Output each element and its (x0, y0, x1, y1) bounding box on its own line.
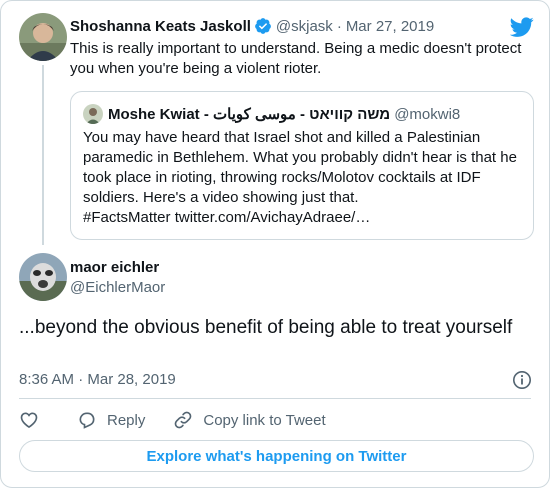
heart-icon (20, 412, 38, 429)
twitter-bird-icon[interactable] (509, 15, 534, 39)
reply-icon (79, 412, 95, 429)
avatar (83, 104, 103, 124)
reply-author-handle[interactable]: @EichlerMaor (70, 279, 165, 296)
tweet-text: This is really important to understand. … (70, 40, 522, 77)
quote-author-name: Moshe Kwiat - משה קוויאט - موسى كويات (108, 106, 391, 123)
quote-hashtag-link[interactable]: #FactsMatter twitter.com/AvichayAdraee/… (83, 209, 370, 226)
reply-text: ...beyond the obvious benefit of being a… (19, 317, 513, 338)
quote-text: You may have heard that Israel shot and … (83, 128, 523, 228)
parent-header: Shoshanna Keats Jaskoll @skjask · Mar 27, … (70, 17, 434, 35)
like-button[interactable] (19, 410, 49, 430)
reply-label: Reply (107, 411, 146, 429)
reply-button[interactable]: Reply (77, 410, 145, 430)
tweet-timestamp[interactable]: 8:36 AM · Mar 28, 2019 (19, 371, 176, 388)
tweet-date[interactable]: Mar 27, 2019 (346, 18, 434, 35)
copy-link-label: Copy link to Tweet (203, 411, 326, 429)
quote-author-handle: @mokwi8 (394, 105, 461, 123)
avatar[interactable] (19, 253, 67, 301)
avatar[interactable] (19, 13, 67, 61)
info-icon[interactable] (512, 370, 532, 390)
tweet-embed-card: Shoshanna Keats Jaskoll @skjask · Mar 27, … (0, 0, 550, 488)
thread-line (42, 65, 44, 245)
quote-header: Moshe Kwiat - משה קוויאט - موسى كويات @m… (83, 104, 460, 124)
author-name[interactable]: Shoshanna Keats Jaskoll (70, 18, 251, 35)
separator-dot: · (336, 17, 342, 35)
divider (19, 398, 531, 399)
explore-button[interactable]: Explore what's happening on Twitter (19, 440, 534, 472)
verified-badge-icon (254, 17, 272, 35)
quoted-tweet[interactable]: Moshe Kwiat - משה קוויאט - موسى كويات @m… (70, 91, 534, 240)
copy-link-button[interactable]: Copy link to Tweet (173, 410, 326, 430)
author-handle[interactable]: @skjask (276, 18, 333, 35)
action-bar: Reply Copy link to Tweet (19, 409, 354, 431)
reply-author-name[interactable]: maor eichler (70, 259, 159, 276)
quote-body: You may have heard that Israel shot and … (83, 129, 517, 206)
link-icon (175, 411, 192, 429)
